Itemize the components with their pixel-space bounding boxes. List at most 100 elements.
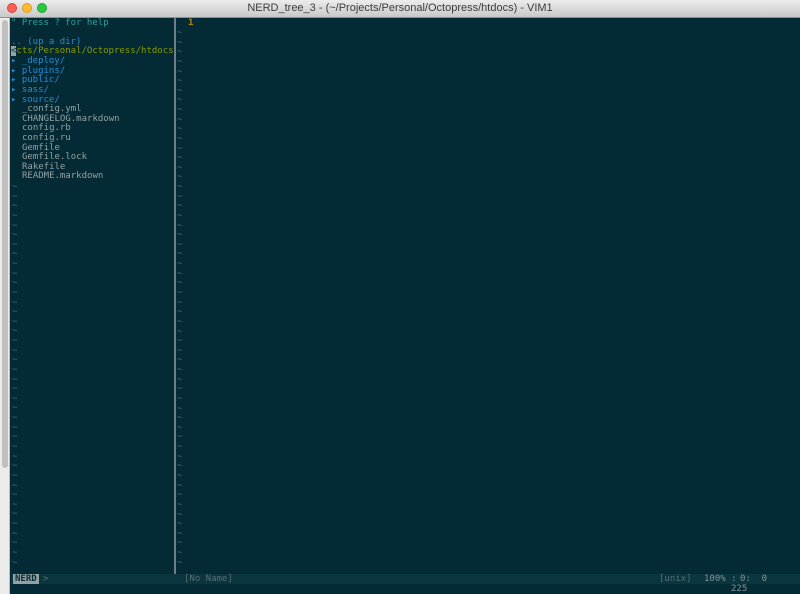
collapsed-arrow-icon: ▸ [11,75,22,86]
empty-line-marker: ~ [12,326,18,337]
empty-line-marker: ~ [177,480,183,491]
help-hint: " Press ? for help [11,18,109,28]
empty-line-marker: ~ [12,191,18,202]
tree-directory[interactable]: ▸ plugins/ [11,66,65,76]
tree-file[interactable]: README.markdown [22,171,103,181]
empty-line-marker: ~ [12,268,18,279]
empty-line-marker: ~ [177,307,183,318]
empty-line-marker: ~ [12,278,18,289]
empty-line-marker: ~ [12,528,18,539]
empty-line-marker: ~ [12,249,18,260]
tree-file[interactable]: _config.yml [22,104,82,114]
empty-line-marker: ~ [12,345,18,356]
empty-line-marker: ~ [12,297,18,308]
empty-line-marker: ~ [12,182,18,192]
empty-line-marker: ~ [177,191,183,202]
empty-line-marker: ~ [12,287,18,298]
empty-line-marker: ~ [177,336,183,347]
empty-line-marker: ~ [12,336,18,347]
empty-line-marker: ~ [12,259,18,270]
tree-file[interactable]: Gemfile.lock [22,152,87,162]
collapsed-arrow-icon: ▸ [11,84,22,95]
empty-line-marker: ~ [177,95,183,106]
empty-line-marker: ~ [12,509,18,520]
empty-line-marker: ~ [177,374,183,385]
tree-directory[interactable]: ▸ _deploy/ [11,56,65,66]
root-path[interactable]: <cts/Personal/Octopress/htdocs/ [11,46,174,56]
empty-line-marker: ~ [12,307,18,318]
empty-line-marker: ~ [12,316,18,327]
empty-line-marker: ~ [177,56,183,67]
tree-directory[interactable]: ▸ public/ [11,75,60,85]
empty-line-marker: ~ [12,355,18,366]
tree-directory-label: sass/ [21,84,49,95]
tree-directory[interactable]: ▸ sass/ [11,85,49,95]
buffer-name: [No Name] [184,574,233,584]
tree-file[interactable]: config.ru [22,133,71,143]
tree-file[interactable]: Gemfile [22,143,60,153]
vim-window: NERD_tree_3 - (~/Projects/Personal/Octop… [0,0,800,594]
empty-line-marker: ~ [177,37,183,48]
empty-line-marker: ~ [177,316,183,327]
status-line: NERD > [No Name] [unix] 100% : 0: 0 [11,574,800,584]
empty-line-marker: ~ [177,548,183,559]
empty-line-marker: ~ [177,297,183,308]
empty-line-marker: ~ [12,403,18,414]
empty-line-marker: ~ [12,451,18,462]
empty-line-marker: ~ [177,210,183,221]
empty-line-marker: ~ [177,470,183,481]
empty-line-marker: ~ [177,201,183,212]
empty-line-marker: ~ [177,182,183,193]
tree-file[interactable]: CHANGELOG.markdown [22,114,120,124]
empty-line-marker: ~ [177,249,183,260]
empty-line-marker: ~ [177,278,183,289]
empty-line-marker: ~ [177,451,183,462]
cursor-position: 0: 0 [740,574,768,584]
tree-file[interactable]: config.rb [22,123,71,133]
empty-line-marker: ~ [12,239,18,250]
collapsed-arrow-icon: ▸ [11,94,22,105]
empty-line-marker: ~ [177,76,183,87]
nerdtree-pane[interactable]: " Press ? for help .. (up a dir) <cts/Pe… [11,18,174,574]
mode-indicator: NERD [13,574,39,584]
empty-line-marker: ~ [177,153,183,164]
empty-line-marker: ~ [177,326,183,337]
empty-line-marker: ~ [177,143,183,154]
empty-line-marker: ~ [12,470,18,481]
editor-pane[interactable]: 1 ~ ~ ~ ~ ~ ~ ~ ~ ~ ~ ~ ~ ~ ~ ~ ~ ~ ~ ~ ~ ~ ~ ~ ~ ~ ~ ~ ~ ~ ~ ~ ~ ~ ~ ~ ~ ~ ~… [176,18,800,574]
empty-line-marker: ~ [177,499,183,510]
empty-line-marker: ~ [177,461,183,472]
empty-line-marker: ~ [12,230,18,241]
empty-line-marker: ~ [12,422,18,433]
empty-line-marker: ~ [177,268,183,279]
root-path-text: cts/Personal/Octopress/htdocs/ [16,46,174,56]
empty-line-marker: ~ [177,220,183,231]
empty-line-marker: ~ [177,509,183,520]
empty-line-marker: ~ [12,201,18,212]
empty-line-marker: ~ [177,162,183,173]
empty-line-marker: ~ [177,384,183,395]
empty-line-marker: ~ [177,355,183,366]
empty-line-marker: ~ [12,490,18,501]
line-number: 1 [188,18,194,28]
empty-line-marker: ~ [177,490,183,501]
empty-line-marker: ~ [177,259,183,270]
empty-line-marker: ~ [12,364,18,375]
empty-line-marker: ~ [177,133,183,144]
tree-directory-label: public/ [21,75,60,86]
empty-line-marker: ~ [12,393,18,404]
empty-line-marker: ~ [177,442,183,453]
empty-line-marker: ~ [177,230,183,241]
empty-line-marker: ~ [12,220,18,231]
empty-line-marker: ~ [177,519,183,530]
scrollbar-thumb[interactable] [2,20,8,468]
collapsed-arrow-icon: ▸ [11,65,22,76]
empty-line-marker: ~ [177,114,183,125]
empty-line-marker: ~ [12,210,18,221]
command-line[interactable]: 225 [11,584,800,594]
empty-line-marker: ~ [177,124,183,135]
tree-file[interactable]: Rakefile [22,162,65,172]
command-count: 225 [731,584,748,594]
empty-line-marker: ~ [12,461,18,472]
scrollbar[interactable] [0,18,10,594]
